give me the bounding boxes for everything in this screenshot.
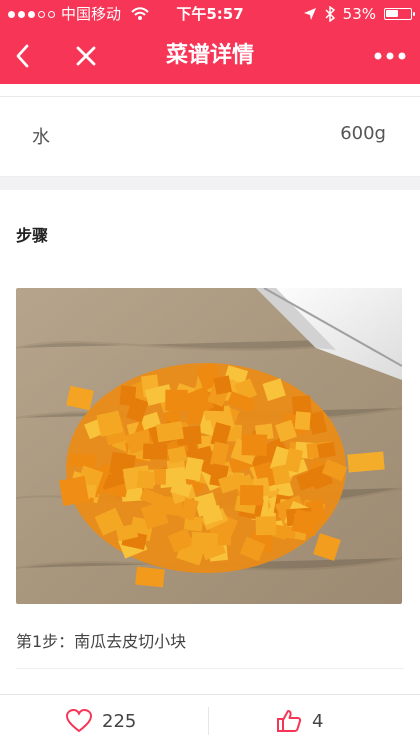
step-divider [16,668,404,669]
pumpkin-cube [165,389,188,412]
step-1-image[interactable] [16,288,402,604]
battery-percent: 53% [342,5,376,23]
status-right: 53% [303,0,415,28]
likes-count: 4 [312,710,324,732]
ingredient-name: 水 [32,127,50,148]
thumb-up-icon [277,710,302,732]
pumpkin-cube [191,531,219,551]
app-root: 中国移动 下午5:57 53% 菜谱详情 水 600g 步骤 第1步：南瓜去皮切… [0,0,420,746]
pumpkin-cube [255,516,277,536]
section-separator [0,176,420,190]
ingredient-amount: 600g [340,123,386,144]
favorites-count: 225 [102,710,137,732]
step-1-text: 第1步：南瓜去皮切小块 [16,632,187,651]
page-title: 菜谱详情 [165,43,254,68]
favorite-button[interactable]: 225 [66,695,136,746]
status-bar: 中国移动 下午5:57 53% [0,0,420,28]
pumpkin-cube [239,485,264,506]
steps-heading: 步骤 [16,226,49,245]
ingredient-row: 水 600g [0,96,420,176]
battery-icon [384,8,415,20]
header: 中国移动 下午5:57 53% 菜谱详情 [0,0,420,84]
heart-icon [66,709,92,733]
nav-bar: 菜谱详情 [0,28,420,84]
pumpkin-cube [69,453,96,467]
pumpkin-cube [119,385,137,407]
like-button[interactable]: 4 [276,695,323,746]
pumpkin-cube [241,433,268,456]
chopped-pumpkin-photo [16,288,402,604]
recipe-content[interactable]: 水 600g 步骤 第1步：南瓜去皮切小块 [0,84,420,694]
pumpkin-cube [271,464,291,486]
action-divider [208,707,209,735]
more-button[interactable] [370,28,410,84]
battery-fill [386,10,399,17]
bluetooth-icon [325,6,335,22]
pumpkin-cube [136,470,155,489]
pumpkin-cube [213,375,232,395]
pumpkin-cube [294,411,311,431]
bottom-action-bar: 225 4 [0,694,420,746]
location-icon [303,8,316,20]
pumpkin-cube [316,441,336,459]
more-dots-icon [374,52,406,60]
